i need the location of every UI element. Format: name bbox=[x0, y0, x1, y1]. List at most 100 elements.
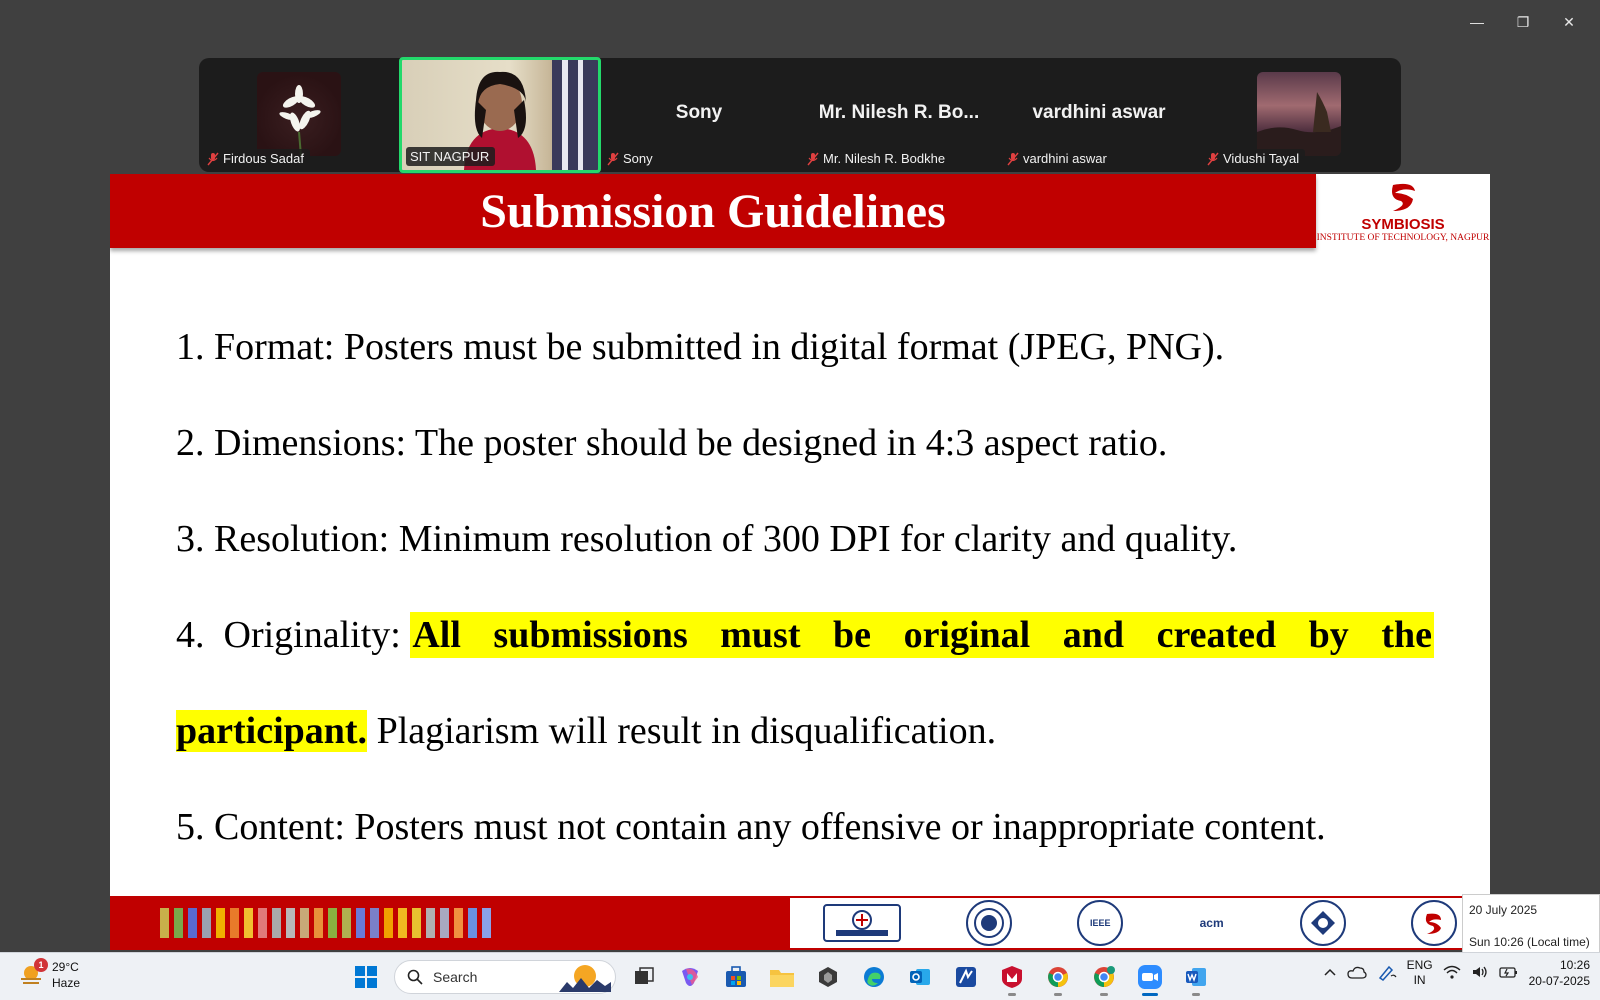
search-icon bbox=[407, 969, 423, 985]
slide-title: Submission Guidelines bbox=[480, 184, 946, 238]
copilot-icon[interactable] bbox=[672, 959, 708, 995]
partner-logo-icon bbox=[1299, 900, 1346, 946]
participant-gallery: Firdous Sadaf Sony Sony Mr. Nilesh R. Bo… bbox=[199, 58, 1401, 172]
file-explorer-icon[interactable] bbox=[764, 959, 800, 995]
participant-name: Firdous Sadaf bbox=[223, 151, 304, 166]
participant-tile[interactable]: Mr. Nilesh R. Bo... Mr. Nilesh R. Bodkhe bbox=[799, 58, 999, 172]
participant-tile[interactable]: Firdous Sadaf bbox=[199, 58, 399, 172]
guideline-item: 2. Dimensions: The poster should be desi… bbox=[176, 422, 1168, 464]
guideline-highlight: All submissions must be original and cre… bbox=[410, 612, 1434, 658]
avatar bbox=[257, 72, 341, 156]
taskbar-search[interactable]: Search bbox=[394, 960, 616, 994]
app-icon[interactable] bbox=[948, 959, 984, 995]
guideline-highlight: participant. bbox=[176, 710, 368, 752]
wifi-icon[interactable] bbox=[1443, 965, 1461, 982]
lang-top: ENG bbox=[1406, 958, 1433, 972]
participant-tile[interactable]: Vidushi Tayal bbox=[1199, 58, 1399, 172]
chrome-profile-icon[interactable] bbox=[1086, 959, 1122, 996]
window-controls: — ❐ ✕ bbox=[1454, 6, 1592, 38]
guideline-item: 3. Resolution: Minimum resolution of 300… bbox=[176, 518, 1238, 560]
system-tray: ENG IN 10:26 20-07-2025 bbox=[1323, 957, 1590, 989]
participant-tile[interactable]: vardhini aswar vardhini aswar bbox=[999, 58, 1199, 172]
taskbar-apps: Search bbox=[348, 959, 1214, 996]
outlook-icon[interactable] bbox=[902, 959, 938, 995]
search-placeholder: Search bbox=[433, 969, 478, 985]
lang-bottom: IN bbox=[1413, 973, 1426, 987]
logo-subtitle: INSTITUTE OF TECHNOLOGY, NAGPUR bbox=[1316, 233, 1490, 243]
participant-name-label: Vidushi Tayal bbox=[1203, 149, 1306, 168]
windows-icon bbox=[355, 966, 377, 988]
partner-logo-icon bbox=[1411, 900, 1458, 946]
close-button[interactable]: ✕ bbox=[1546, 6, 1592, 38]
participant-name-label: Sony bbox=[603, 149, 659, 168]
participant-name: SIT NAGPUR bbox=[410, 149, 490, 164]
weather-badge: 1 bbox=[34, 958, 48, 972]
taskbar: 1 29°C Haze Search ENG IN 10:26 20-07-20… bbox=[0, 952, 1600, 1000]
slide-footer-band: IEEE acm bbox=[110, 896, 1490, 950]
mic-muted-icon bbox=[807, 152, 819, 166]
participant-name-label: Mr. Nilesh R. Bodkhe bbox=[803, 149, 952, 168]
zoom-icon[interactable] bbox=[1132, 959, 1168, 996]
participant-display-name: Sony bbox=[675, 102, 723, 123]
minimize-button[interactable]: — bbox=[1454, 6, 1500, 38]
participant-display-name: Mr. Nilesh R. Bo... bbox=[818, 102, 980, 123]
ieee-logo-icon: IEEE bbox=[1077, 900, 1124, 946]
clock-date: 20-07-2025 bbox=[1528, 974, 1590, 988]
app-icon[interactable] bbox=[810, 959, 846, 995]
mic-muted-icon bbox=[1007, 152, 1019, 166]
participant-name: Vidushi Tayal bbox=[1223, 151, 1300, 166]
partner-logo-icon bbox=[965, 900, 1012, 946]
show-hidden-icons-chevron-up-icon[interactable] bbox=[1323, 966, 1337, 980]
input-language[interactable]: ENG IN bbox=[1407, 958, 1433, 988]
edge-icon[interactable] bbox=[856, 959, 892, 995]
word-icon[interactable] bbox=[1178, 959, 1214, 996]
clock-time: 10:26 bbox=[1559, 958, 1590, 972]
weather-icon: 1 bbox=[18, 958, 48, 988]
participant-name-label: SIT NAGPUR bbox=[406, 147, 496, 166]
weather-temp: 29°C bbox=[52, 960, 79, 974]
weather-text: 29°C Haze bbox=[52, 959, 80, 991]
mic-muted-icon bbox=[207, 152, 219, 166]
weather-condition: Haze bbox=[52, 976, 81, 990]
battery-icon[interactable] bbox=[1498, 965, 1519, 982]
avatar bbox=[1257, 72, 1341, 156]
participant-name: Sony bbox=[623, 151, 653, 166]
weather-widget[interactable]: 1 29°C Haze bbox=[18, 958, 80, 991]
search-highlight-icon bbox=[559, 965, 611, 992]
mic-muted-icon bbox=[607, 152, 619, 166]
tooltip-date: 20 July 2025 bbox=[1469, 903, 1538, 917]
guideline-item-continued: participant. Plagiarism will result in d… bbox=[176, 708, 1434, 754]
store-icon[interactable] bbox=[718, 959, 754, 995]
chrome-icon[interactable] bbox=[1040, 959, 1076, 996]
shared-slide: Submission Guidelines SYMBIOSIS INSTITUT… bbox=[110, 174, 1490, 950]
guideline-text: Plagiarism will result in disqualificati… bbox=[367, 710, 997, 752]
participant-name-label: vardhini aswar bbox=[1003, 149, 1113, 168]
participant-name: vardhini aswar bbox=[1023, 151, 1107, 166]
participant-name-label: Firdous Sadaf bbox=[203, 149, 310, 168]
decorative-stripes bbox=[160, 908, 491, 938]
restore-button[interactable]: ❐ bbox=[1500, 6, 1546, 38]
participant-display-name: vardhini aswar bbox=[1032, 102, 1166, 123]
participant-name: Mr. Nilesh R. Bodkhe bbox=[823, 151, 946, 166]
active-speaker-video[interactable]: SIT NAGPUR bbox=[399, 57, 601, 173]
volume-icon[interactable] bbox=[1471, 965, 1489, 982]
pen-input-icon[interactable] bbox=[1377, 963, 1397, 984]
guideline-item: 1. Format: Posters must be submitted in … bbox=[176, 326, 1225, 368]
symbiosis-emblem-icon bbox=[1392, 183, 1415, 211]
task-view-icon[interactable] bbox=[626, 959, 662, 995]
taskbar-clock[interactable]: 10:26 20-07-2025 bbox=[1529, 957, 1590, 989]
date-tooltip: 20 July 2025 Sun 10:26 (Local time) bbox=[1462, 894, 1600, 956]
guideline-prefix: 4. Originality: bbox=[176, 614, 411, 656]
symbiosis-logo: SYMBIOSIS INSTITUTE OF TECHNOLOGY, NAGPU… bbox=[1316, 174, 1490, 248]
mcafee-icon[interactable] bbox=[994, 959, 1030, 996]
tooltip-local-time: Sun 10:26 (Local time) bbox=[1469, 935, 1590, 949]
onedrive-cloud-icon[interactable] bbox=[1346, 965, 1367, 982]
acm-logo-icon: acm bbox=[1199, 916, 1224, 930]
partner-logos: IEEE acm bbox=[790, 898, 1490, 948]
logo-name: SYMBIOSIS bbox=[1361, 216, 1445, 233]
participant-tile[interactable]: Sony Sony bbox=[599, 58, 799, 172]
start-button[interactable] bbox=[348, 959, 384, 995]
guideline-item: 5. Content: Posters must not contain any… bbox=[176, 806, 1326, 848]
guideline-item: 4. Originality: All submissions must be … bbox=[176, 612, 1434, 658]
mic-muted-icon bbox=[1207, 152, 1219, 166]
